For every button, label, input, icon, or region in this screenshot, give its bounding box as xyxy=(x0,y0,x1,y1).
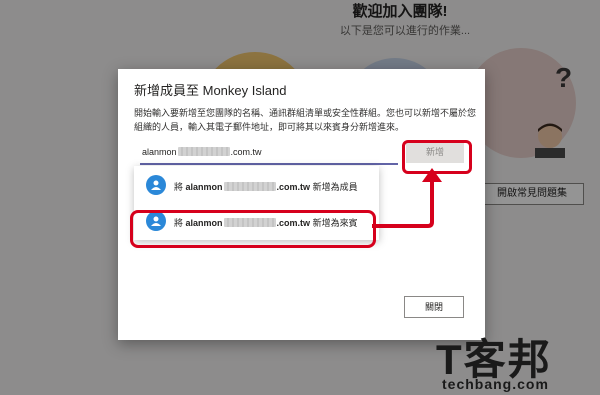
annotation-arrow-icon xyxy=(372,168,442,228)
redacted-text xyxy=(223,182,276,191)
suggestion-add-as-member[interactable]: 將 alanmon .com.tw 新增為成員 xyxy=(134,169,379,202)
close-button[interactable]: 關閉 xyxy=(404,296,464,318)
dialog-title: 新增成員至 Monkey Island xyxy=(134,83,287,98)
suggestion-prefix: 將 xyxy=(174,182,184,192)
watermark-url: techbang.com xyxy=(442,376,549,392)
suggestion-text: 將 alanmon .com.tw 新增為成員 xyxy=(174,180,358,193)
highlight-guest-suggestion xyxy=(130,210,376,248)
suggestion-suffix: 新增為成員 xyxy=(312,182,358,192)
dialog-description: 開始輸入要新增至您團隊的名稱、通訊群組清單或安全性群組。您也可以新增不屬於您組織… xyxy=(134,108,477,132)
suggestion-email-suffix: .com.tw xyxy=(276,182,311,192)
user-avatar-icon xyxy=(146,175,166,195)
input-value-prefix: alanmon xyxy=(142,147,177,157)
suggestion-email-prefix: alanmon xyxy=(185,182,223,192)
input-value-suffix: .com.tw xyxy=(230,147,262,157)
input-value: alanmon .com.tw xyxy=(142,147,262,157)
redacted-text xyxy=(177,147,230,156)
